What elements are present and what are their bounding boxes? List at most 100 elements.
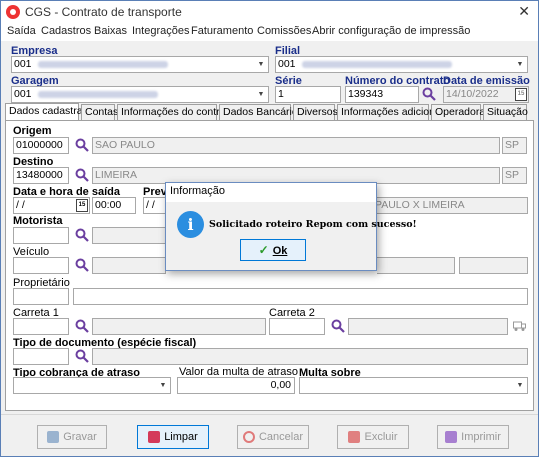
excluir-label: Excluir — [364, 431, 398, 443]
dialog-message: Solicitado roteiro Repom com sucesso! — [209, 219, 417, 230]
carreta1-desc-field — [92, 318, 266, 335]
motorista-code-field[interactable] — [13, 227, 69, 244]
search-icon[interactable] — [331, 319, 345, 333]
data-emissao-field[interactable]: 14/10/2022 15 — [443, 86, 529, 103]
button-bar: Gravar Limpar Cancelar Excluir Imprimir — [1, 414, 538, 456]
proprietario-code-field[interactable] — [13, 288, 69, 305]
motorista-label: Motorista — [13, 215, 63, 227]
carreta1-code-field[interactable] — [13, 318, 69, 335]
imprimir-button[interactable]: Imprimir — [437, 425, 509, 449]
dialog-title: Informação — [166, 183, 376, 202]
previsao-date-field[interactable]: / / — [143, 197, 167, 214]
chevron-down-icon: ▼ — [257, 61, 265, 68]
tab-dados-cadastrais[interactable]: Dados cadastrais — [5, 103, 90, 121]
cancel-icon — [242, 431, 255, 444]
menu-saida[interactable]: Saída — [7, 25, 36, 37]
search-icon[interactable] — [75, 228, 89, 242]
empresa-value: 001 — [14, 58, 32, 70]
tab-contas[interactable]: Contas — [81, 104, 118, 120]
window-title: CGS - Contrato de transporte — [25, 5, 182, 19]
valor-multa-field[interactable]: 0,00 — [177, 377, 295, 394]
proprietario-name-field[interactable] — [73, 288, 528, 305]
garagem-value: 001 — [14, 88, 32, 100]
empresa-select[interactable]: 001 ▼ — [11, 56, 269, 73]
menu-integracoes[interactable]: Integrações — [132, 25, 189, 37]
multa-sobre-select[interactable]: ▼ — [299, 377, 528, 394]
search-icon[interactable] — [75, 138, 89, 152]
serie-field[interactable]: 1 — [275, 86, 341, 103]
tab-informacoes-contrato[interactable]: Informações do contrato — [117, 104, 234, 120]
empresa-name-redacted — [38, 60, 169, 68]
tab-operadoras[interactable]: Operadoras — [431, 104, 490, 120]
carreta2-desc-field — [348, 318, 508, 335]
veiculo-extra-field — [377, 257, 455, 274]
saida-date-field[interactable]: / / 15 — [13, 197, 90, 214]
info-dialog: Informação i Solicitado roteiro Repom co… — [165, 182, 417, 271]
close-icon[interactable]: ✕ — [518, 3, 530, 20]
trash-icon — [348, 431, 361, 444]
menu-bar: Saída Cadastros Baixas Integrações Fatur… — [1, 23, 538, 41]
tab-informacoes-adicionais[interactable]: Informações adicionais — [337, 104, 448, 120]
gravar-label: Gravar — [63, 431, 97, 443]
chevron-down-icon: ▼ — [516, 382, 524, 389]
search-icon[interactable] — [75, 319, 89, 333]
search-icon[interactable] — [75, 349, 89, 363]
title-bar: CGS - Contrato de transporte ✕ — [1, 1, 538, 23]
numero-contrato-field[interactable]: 139343 — [345, 86, 419, 103]
tipo-doc-code-field[interactable] — [13, 348, 69, 365]
saida-time-field[interactable]: 00:00 — [92, 197, 136, 214]
info-icon: i — [177, 211, 204, 238]
tab-situacao[interactable]: Situação — [483, 104, 528, 120]
ok-label: Ok — [272, 245, 288, 257]
app-icon — [6, 5, 20, 19]
calendar-icon[interactable]: 15 — [76, 199, 88, 212]
origem-label: Origem — [13, 125, 52, 137]
check-icon: ✓ — [258, 243, 269, 257]
origem-uf-field: SP — [502, 137, 527, 154]
tab-dados-bancarios[interactable]: Dados Bancários — [219, 104, 303, 120]
destino-uf-field: SP — [502, 167, 527, 184]
chevron-down-icon: ▼ — [516, 61, 524, 68]
calendar-icon[interactable]: 15 — [515, 88, 527, 101]
main-window: CGS - Contrato de transporte ✕ Saída Cad… — [0, 0, 539, 457]
veiculo-code-field[interactable] — [13, 257, 69, 274]
limpar-button[interactable]: Limpar — [137, 425, 209, 449]
printer-icon — [445, 431, 458, 444]
filial-name-redacted — [302, 60, 453, 68]
limpar-label: Limpar — [164, 431, 198, 443]
imprimir-label: Imprimir — [461, 431, 501, 443]
excluir-button[interactable]: Excluir — [337, 425, 409, 449]
search-icon[interactable] — [75, 168, 89, 182]
origem-city-field: SAO PAULO — [92, 137, 500, 154]
chevron-down-icon: ▼ — [159, 382, 167, 389]
truck-icon[interactable] — [513, 320, 526, 332]
save-icon — [47, 431, 60, 444]
destino-code-field[interactable]: 13480000 — [13, 167, 69, 184]
menu-faturamento[interactable]: Faturamento — [191, 25, 253, 37]
cancelar-button[interactable]: Cancelar — [237, 425, 309, 449]
saida-date-value: / / — [16, 199, 25, 211]
filial-select[interactable]: 001 ▼ — [275, 56, 528, 73]
data-emissao-value: 14/10/2022 — [446, 88, 499, 100]
chevron-down-icon: ▼ — [257, 91, 265, 98]
garagem-name-redacted — [38, 90, 159, 98]
menu-comissoes[interactable]: Comissões — [257, 25, 311, 37]
search-icon[interactable] — [75, 258, 89, 272]
menu-baixas[interactable]: Baixas — [94, 25, 127, 37]
tipo-doc-desc-field — [92, 348, 528, 365]
search-icon[interactable] — [422, 87, 436, 101]
gravar-button[interactable]: Gravar — [37, 425, 107, 449]
tab-diversos[interactable]: Diversos — [293, 104, 338, 120]
origem-code-field[interactable]: 01000000 — [13, 137, 69, 154]
filial-value: 001 — [278, 58, 296, 70]
carreta2-code-field[interactable] — [269, 318, 325, 335]
menu-cadastros[interactable]: Cadastros — [41, 25, 91, 37]
garagem-select[interactable]: 001 ▼ — [11, 86, 269, 103]
cancelar-label: Cancelar — [258, 431, 304, 443]
menu-config-impressao[interactable]: Abrir configuração de impressão — [312, 25, 470, 37]
veiculo-desc-field — [92, 257, 166, 274]
motorista-name-field — [92, 227, 166, 244]
tipo-cobranca-select[interactable]: ▼ — [13, 377, 171, 394]
rota-field: PAULO X LIMEIRA — [373, 197, 528, 214]
ok-button[interactable]: ✓ Ok — [240, 239, 306, 261]
